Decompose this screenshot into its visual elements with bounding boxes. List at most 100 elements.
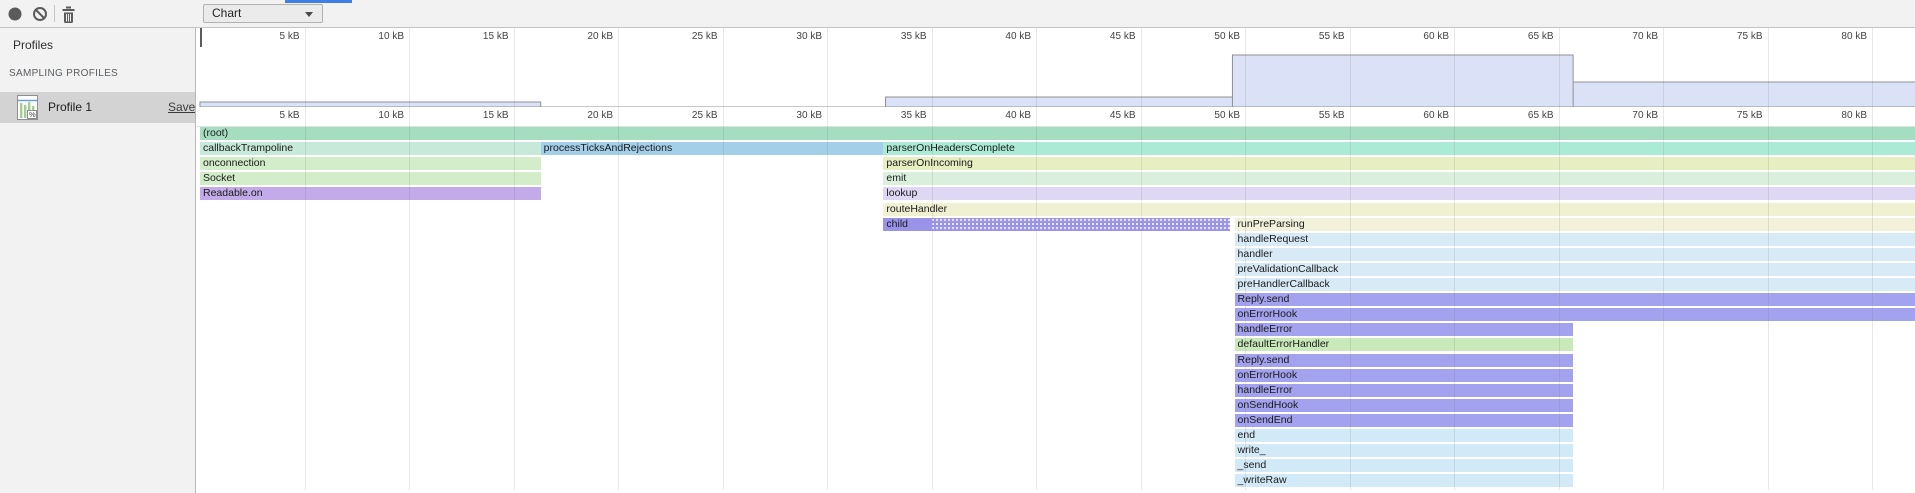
devtools-memory-panel: Chart Profiles SAMPLING PROFILES %: [0, 0, 1915, 493]
flame-bar[interactable]: end: [1235, 429, 1574, 442]
flame-chart-pane: 5 kB 10 kB 15 kB 20 kB 25 kB 30 kB 35 kB 40 kB 4…: [197, 28, 1915, 493]
heap-profile-icon: %: [17, 95, 38, 125]
ruler-tick-label: 20 kB: [537, 110, 613, 121]
svg-text:%: %: [29, 110, 36, 119]
ruler-tick-label: 30 kB: [746, 31, 822, 42]
flame-bar-label: Reply.send: [1238, 354, 1290, 366]
ruler-tick-label: 15 kB: [433, 110, 509, 121]
flame-bar-label: _writeRaw: [1238, 474, 1287, 486]
memory-overview[interactable]: [197, 47, 1915, 107]
flame-bar-label: end: [1238, 429, 1256, 441]
flame-bar[interactable]: handler: [1235, 248, 1915, 261]
profiles-sidebar: Profiles SAMPLING PROFILES % Profile 1 S…: [0, 28, 195, 493]
flame-bar[interactable]: parserOnIncoming: [883, 157, 1915, 170]
ruler-tick-label: 65 kB: [1478, 110, 1554, 121]
flame-bar[interactable]: callbackTrampoline: [200, 142, 541, 155]
flame-bar-label: (root): [203, 127, 228, 139]
delete-profile-button[interactable]: [57, 3, 81, 25]
flame-bar-label: emit: [886, 172, 906, 184]
flame-bar[interactable]: Socket: [200, 172, 541, 185]
profiler-toolbar: Chart: [0, 0, 1915, 28]
flame-bar-label: parserOnIncoming: [886, 157, 972, 169]
flame-bar[interactable]: defaultErrorHandler: [1235, 338, 1574, 351]
flame-bar[interactable]: routeHandler: [883, 203, 1915, 216]
ruler-tick-label: 50 kB: [1164, 110, 1240, 121]
flame-bar-label: processTicksAndRejections: [544, 142, 673, 154]
flame-bar[interactable]: handleRequest: [1235, 233, 1915, 246]
flame-bar[interactable]: Readable.on: [200, 187, 541, 200]
flame-bar[interactable]: lookup: [883, 187, 1915, 200]
flame-bar[interactable]: onconnection: [200, 157, 541, 170]
clear-all-button[interactable]: [29, 3, 53, 25]
ruler-tick-label: 10 kB: [328, 31, 404, 42]
flame-bar-label: Socket: [203, 172, 235, 184]
flame-bar[interactable]: onSendEnd: [1235, 414, 1574, 427]
view-mode-select[interactable]: Chart: [203, 4, 323, 23]
overview-window-handle[interactable]: [200, 28, 202, 47]
flame-bar[interactable]: Reply.send: [1235, 354, 1574, 367]
ruler-tick-label: 45 kB: [1060, 110, 1136, 121]
flame-bar[interactable]: write_: [1235, 444, 1574, 457]
flame-bar-label: onErrorHook: [1238, 308, 1298, 320]
flame-bar-label: routeHandler: [886, 203, 947, 215]
profile-name: Profile 1: [48, 100, 92, 114]
flame-bar-label: onSendEnd: [1238, 414, 1293, 426]
flame-bar[interactable]: runPreParsing: [1235, 218, 1915, 231]
flame-bar-label: handler: [1238, 248, 1273, 260]
toolbar-separator: [54, 5, 55, 22]
flame-bar[interactable]: processTicksAndRejections: [541, 142, 884, 155]
ruler-tick-label: 25 kB: [642, 31, 718, 42]
clear-icon: [29, 3, 53, 25]
flame-bar[interactable]: onSendHook: [1235, 399, 1574, 412]
flame-bar[interactable]: onErrorHook: [1235, 369, 1574, 382]
ruler-tick-label: 35 kB: [851, 31, 927, 42]
flame-bar-label: onconnection: [203, 157, 265, 169]
ruler-tick-label: 20 kB: [537, 31, 613, 42]
flame-bar-label: _send: [1238, 459, 1267, 471]
flame-bar-label: handleError: [1238, 323, 1293, 335]
approximation-dots: [931, 218, 1230, 231]
flame-bar[interactable]: _writeRaw: [1235, 474, 1574, 487]
flame-bar-label: handleError: [1238, 384, 1293, 396]
ruler-tick-label: 55 kB: [1269, 110, 1345, 121]
flame-bar-label: handleRequest: [1238, 233, 1309, 245]
ruler-tick-label: 80 kB: [1791, 110, 1867, 121]
flame-bar[interactable]: handleError: [1235, 384, 1574, 397]
flame-bar-label: defaultErrorHandler: [1238, 338, 1330, 350]
trash-icon: [57, 3, 81, 25]
flame-bar-label: child: [886, 218, 908, 230]
chevron-down-icon: [305, 12, 313, 17]
focus-highlight-line: [285, 0, 352, 3]
ruler-tick-label: 40 kB: [955, 110, 1031, 121]
flame-bar[interactable]: preHandlerCallback: [1235, 278, 1915, 291]
flame-bar-label: Reply.send: [1238, 293, 1290, 305]
record-icon: [4, 3, 28, 25]
ruler-tick-label: 45 kB: [1060, 31, 1136, 42]
flame-bar[interactable]: (root): [200, 127, 1915, 140]
ruler-tick-label: 60 kB: [1373, 31, 1449, 42]
flame-bar-label: parserOnHeadersComplete: [886, 142, 1014, 154]
sidebar-title: Profiles: [13, 38, 53, 52]
ruler-tick-label: 5 kB: [224, 110, 300, 121]
flame-bar-label: write_: [1238, 444, 1266, 456]
profile-item-selected[interactable]: % Profile 1 Save: [0, 92, 195, 123]
flame-bar-label: preHandlerCallback: [1238, 278, 1330, 290]
ruler-tick-label: 80 kB: [1791, 31, 1867, 42]
flame-bar-label: callbackTrampoline: [203, 142, 293, 154]
flame-bar[interactable]: parserOnHeadersComplete: [883, 142, 1915, 155]
flame-bar-label: lookup: [886, 187, 917, 199]
flame-bar[interactable]: child: [883, 218, 1230, 231]
flame-bar-label: onSendHook: [1238, 399, 1299, 411]
flame-bar[interactable]: Reply.send: [1235, 293, 1915, 306]
flame-bar-label: preValidationCallback: [1238, 263, 1339, 275]
flame-bar[interactable]: emit: [883, 172, 1915, 185]
record-button[interactable]: [4, 3, 28, 25]
flame-bar[interactable]: preValidationCallback: [1235, 263, 1915, 276]
save-profile-link[interactable]: Save: [168, 100, 195, 114]
flame-bar[interactable]: handleError: [1235, 323, 1574, 336]
flame-bar[interactable]: _send: [1235, 459, 1574, 472]
ruler-tick-label: 10 kB: [328, 110, 404, 121]
ruler-tick-label: 35 kB: [851, 110, 927, 121]
view-mode-value: Chart: [212, 6, 241, 20]
flame-bar[interactable]: onErrorHook: [1235, 308, 1915, 321]
